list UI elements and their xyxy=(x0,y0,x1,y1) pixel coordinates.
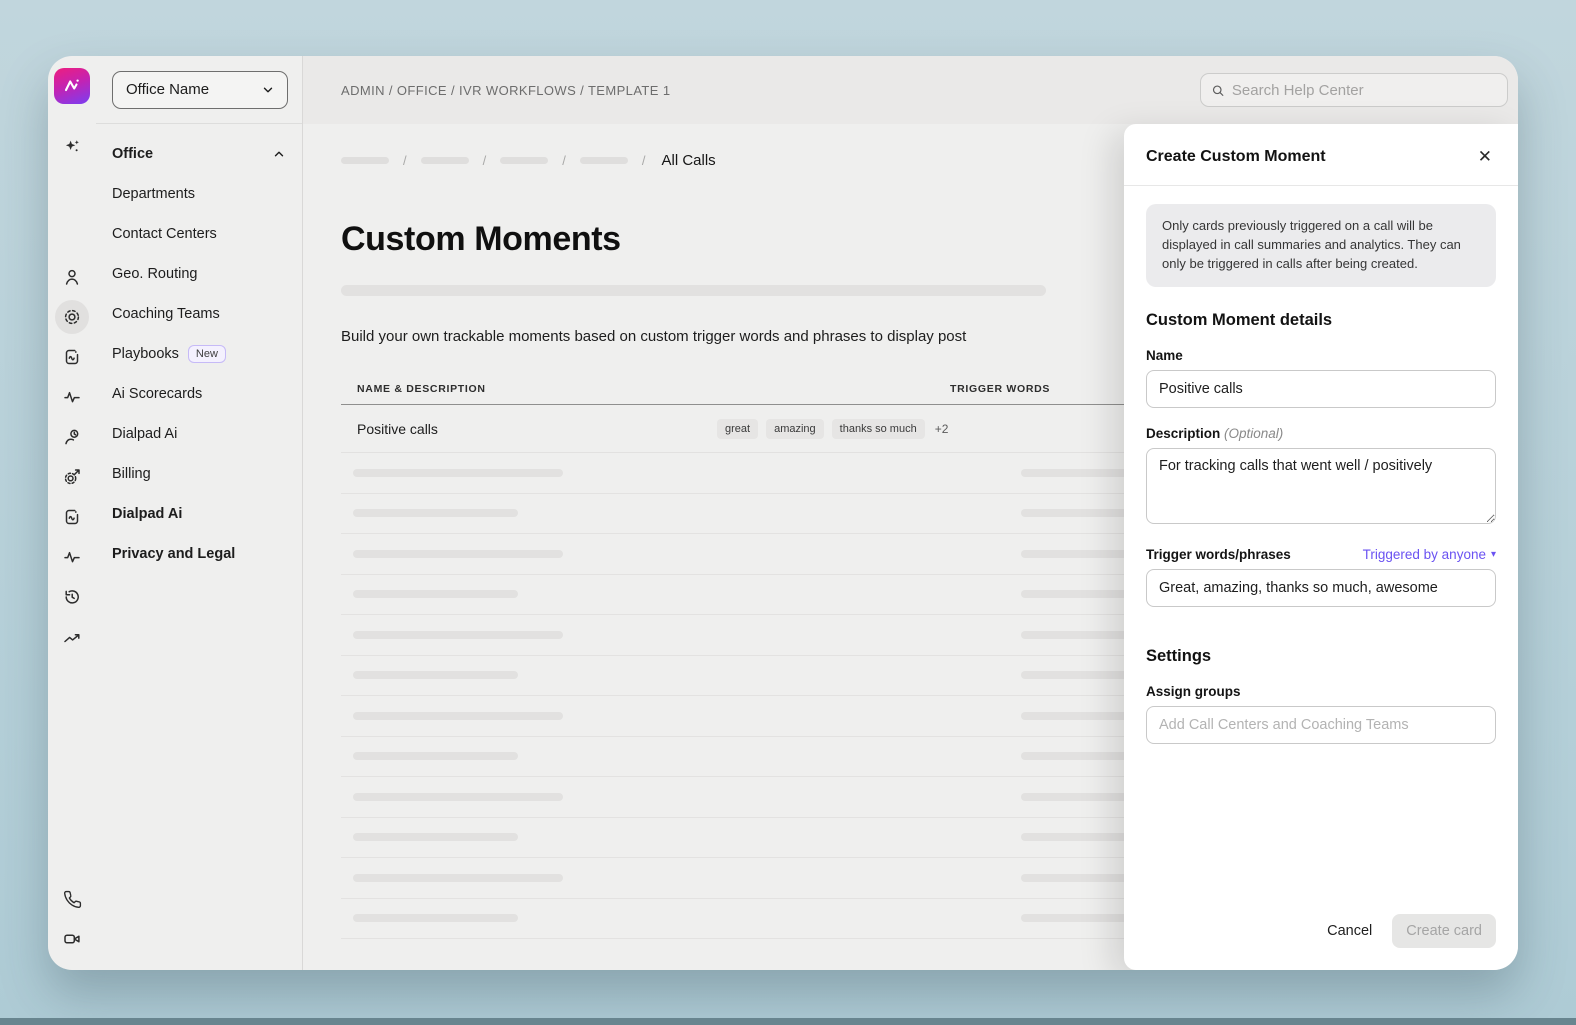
office-selector-value: Office Name xyxy=(126,81,209,98)
trigger-chip: amazing xyxy=(766,419,824,439)
subtitle-skeleton xyxy=(341,285,1046,296)
trigger-chip: thanks so much xyxy=(832,419,925,439)
sidebar-nav: Office Departments Contact Centers Geo. … xyxy=(96,124,302,574)
search-icon xyxy=(1211,83,1225,98)
app-window: Office Name Office Departments Contact C… xyxy=(48,56,1518,970)
chevron-up-icon xyxy=(272,147,286,161)
playbook-icon[interactable] xyxy=(55,340,89,374)
info-box: Only cards previously triggered on a cal… xyxy=(1146,204,1496,287)
breadcrumb: ADMIN / OFFICE / IVR WORKFLOWS / TEMPLAT… xyxy=(341,83,670,98)
close-icon[interactable]: ✕ xyxy=(1474,144,1496,169)
trend-up-icon[interactable] xyxy=(55,620,89,654)
sidebar-section-dialpad-ai[interactable]: Dialpad Ai xyxy=(96,494,302,534)
main-area: ADMIN / OFFICE / IVR WORKFLOWS / TEMPLAT… xyxy=(303,56,1518,970)
breadcrumb-skeleton xyxy=(421,157,469,164)
optional-hint: (Optional) xyxy=(1224,426,1283,441)
column-trigger-words: TRIGGER WORDS xyxy=(717,383,1050,395)
sidebar-section-office[interactable]: Office xyxy=(96,134,302,174)
breadcrumb-skeleton xyxy=(341,157,389,164)
description-label: Description (Optional) xyxy=(1146,426,1496,441)
breadcrumb-current: All Calls xyxy=(662,152,716,169)
bottom-strip xyxy=(0,1018,1576,1025)
ai-wave-glyph xyxy=(61,75,83,97)
sidebar-item-departments[interactable]: Departments xyxy=(96,174,302,214)
description-textarea[interactable]: For tracking calls that went well / posi… xyxy=(1146,448,1496,524)
sparkle-icon[interactable] xyxy=(55,130,89,164)
automation-gear-icon[interactable] xyxy=(55,460,89,494)
panel-title: Create Custom Moment xyxy=(1146,148,1326,166)
search-input[interactable] xyxy=(1232,82,1497,99)
sidebar-item-geo-routing[interactable]: Geo. Routing xyxy=(96,254,302,294)
sidebar-item-playbooks[interactable]: Playbooks New xyxy=(96,334,302,374)
new-badge: New xyxy=(188,345,226,363)
caret-down-icon: ▾ xyxy=(1491,549,1496,560)
help-search[interactable] xyxy=(1200,73,1508,107)
name-field-group: Name xyxy=(1146,348,1496,408)
panel-header: Create Custom Moment ✕ xyxy=(1124,124,1518,186)
description-field-group: Description (Optional) For tracking call… xyxy=(1146,426,1496,529)
column-name-description: NAME & DESCRIPTION xyxy=(341,383,717,395)
panel-footer: Cancel Create card xyxy=(1124,898,1518,970)
trigger-chip-more: +2 xyxy=(935,422,949,436)
chevron-down-icon xyxy=(261,83,275,97)
gear-icon[interactable] xyxy=(55,300,89,334)
trigger-words-input[interactable] xyxy=(1146,569,1496,607)
assign-groups-label: Assign groups xyxy=(1146,684,1496,699)
breadcrumb-skeleton xyxy=(500,157,548,164)
dialpad-ai-logo[interactable] xyxy=(54,68,90,104)
create-card-button[interactable]: Create card xyxy=(1392,914,1496,948)
sidebar-section-label: Office xyxy=(112,146,153,162)
breadcrumb-skeleton xyxy=(580,157,628,164)
playbook-icon[interactable] xyxy=(55,500,89,534)
sidebar-item-billing[interactable]: Billing xyxy=(96,454,302,494)
trigger-chips: great amazing thanks so much +2 xyxy=(717,419,948,439)
office-selector[interactable]: Office Name xyxy=(112,71,288,109)
moment-name: Positive calls xyxy=(341,421,717,437)
panel-body: Only cards previously triggered on a cal… xyxy=(1124,186,1518,898)
triggered-by-dropdown[interactable]: Triggered by anyone ▾ xyxy=(1363,547,1496,562)
trigger-words-label: Trigger words/phrases xyxy=(1146,547,1291,562)
pulse-icon[interactable] xyxy=(55,380,89,414)
sidebar-section-privacy-legal[interactable]: Privacy and Legal xyxy=(96,534,302,574)
sidebar-item-contact-centers[interactable]: Contact Centers xyxy=(96,214,302,254)
trigger-chip: great xyxy=(717,419,758,439)
trigger-field-group: Trigger words/phrases Triggered by anyon… xyxy=(1146,547,1496,607)
settings-heading: Settings xyxy=(1146,647,1496,666)
create-custom-moment-panel: Create Custom Moment ✕ Only cards previo… xyxy=(1124,124,1518,970)
agent-history-icon[interactable] xyxy=(55,420,89,454)
cancel-button[interactable]: Cancel xyxy=(1327,923,1372,939)
name-label: Name xyxy=(1146,348,1496,363)
office-select-wrap: Office Name xyxy=(96,56,302,124)
sidebar-item-dialpad-ai[interactable]: Dialpad Ai xyxy=(96,414,302,454)
pulse-icon[interactable] xyxy=(55,540,89,574)
name-input[interactable] xyxy=(1146,370,1496,408)
history-icon[interactable] xyxy=(55,580,89,614)
sidebar-item-coaching-teams[interactable]: Coaching Teams xyxy=(96,294,302,334)
assign-groups-input[interactable] xyxy=(1146,706,1496,744)
topbar: ADMIN / OFFICE / IVR WORKFLOWS / TEMPLAT… xyxy=(303,56,1518,124)
assign-groups-field: Assign groups xyxy=(1146,684,1496,744)
icon-rail xyxy=(48,56,96,970)
sidebar: Office Name Office Departments Contact C… xyxy=(96,56,303,970)
sidebar-item-ai-scorecards[interactable]: Ai Scorecards xyxy=(96,374,302,414)
phone-icon[interactable] xyxy=(55,882,89,916)
video-icon[interactable] xyxy=(55,922,89,956)
details-heading: Custom Moment details xyxy=(1146,311,1496,330)
person-icon[interactable] xyxy=(55,260,89,294)
